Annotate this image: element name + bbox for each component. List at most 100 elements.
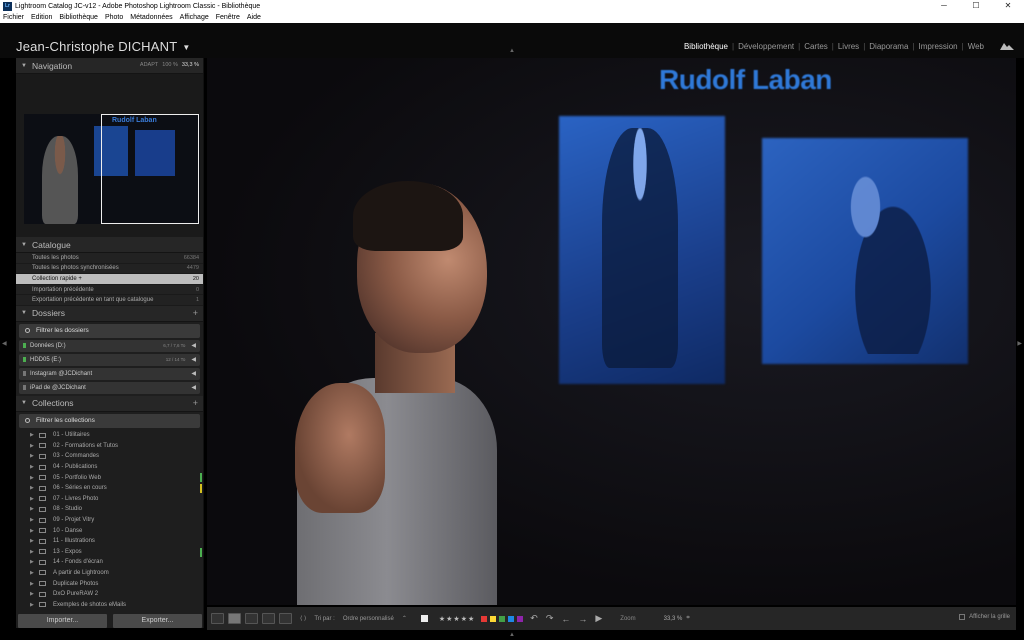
expand-triangle-icon[interactable]: ▶	[30, 538, 39, 544]
collections-header[interactable]: ▼ Collections +	[16, 395, 203, 412]
previous-arrow-icon[interactable]: ←	[561, 614, 570, 624]
menu-aide[interactable]: Aide	[247, 14, 261, 21]
zoom-value[interactable]: 33,3 %	[664, 616, 683, 622]
collection-set-item[interactable]: ▶ 05 - Portfolio Web	[16, 472, 203, 483]
export-button[interactable]: Exporter...	[113, 614, 202, 628]
collection-set-item[interactable]: ▶ 01 - Utilitaires	[16, 430, 203, 441]
loupe-view[interactable]: Rudolf Laban	[207, 58, 1016, 605]
zoom-100-option[interactable]: 100 %	[162, 62, 178, 68]
expand-triangle-icon[interactable]: ▶	[30, 453, 39, 459]
collection-set-item[interactable]: ▶ 06 - Séries en cours	[16, 483, 203, 494]
expand-triangle-icon[interactable]: ▶	[30, 485, 39, 491]
expand-triangle-icon[interactable]: ▶	[30, 602, 39, 608]
volume-hdd05[interactable]: HDD05 (E:) 12 / 14 To ◀	[19, 353, 200, 366]
color-label-red[interactable]	[481, 615, 488, 622]
expand-triangle-icon[interactable]: ◀	[191, 384, 196, 391]
folders-header[interactable]: ▼ Dossiers +	[16, 305, 203, 322]
import-button[interactable]: Importer...	[18, 614, 107, 628]
catalog-row-quick-collection[interactable]: Collection rapide + 20	[16, 274, 203, 285]
collection-set-item[interactable]: ▶ 14 - Fonds d'écran	[16, 557, 203, 568]
menu-fenetre[interactable]: Fenêtre	[216, 14, 240, 21]
right-panel-toggle-icon[interactable]: ▶	[1017, 340, 1022, 347]
add-folder-icon[interactable]: +	[193, 308, 198, 318]
module-bibliotheque[interactable]: Bibliothèque	[682, 42, 730, 51]
collection-set-item[interactable]: ▶ 07 - Livres Photo	[16, 494, 203, 505]
module-livres[interactable]: Livres	[836, 42, 861, 51]
menu-affichage[interactable]: Affichage	[180, 14, 209, 21]
collection-filter-input[interactable]: Filtrer les collections	[19, 413, 200, 428]
expand-triangle-icon[interactable]: ◀	[191, 356, 196, 363]
collection-set-item[interactable]: ▶ 11 - Illustrations	[16, 536, 203, 547]
collection-set-item[interactable]: ▶ A partir de Lightroom	[16, 568, 203, 579]
module-web[interactable]: Web	[966, 42, 986, 51]
expand-triangle-icon[interactable]: ▶	[30, 496, 39, 502]
zoom-33-option[interactable]: 33,3 %	[182, 62, 199, 68]
rotate-right-icon[interactable]: ↷	[546, 613, 554, 624]
loupe-view-icon[interactable]	[228, 613, 241, 624]
expand-triangle-icon[interactable]: ▶	[30, 559, 39, 565]
navigator-header[interactable]: ▼ Navigation ADAPT 100 % 33,3 %	[16, 58, 203, 74]
collection-set-item[interactable]: ▶ 08 - Studio	[16, 504, 203, 515]
survey-view-icon[interactable]	[262, 613, 275, 624]
filmstrip-toggle-icon[interactable]: ▲	[509, 632, 515, 638]
compare-view-icon[interactable]	[245, 613, 258, 624]
module-developpement[interactable]: Développement	[736, 42, 796, 51]
left-panel-toggle-icon[interactable]: ◀	[2, 340, 7, 347]
grid-view-icon[interactable]	[211, 613, 224, 624]
rating-stars[interactable]: ★★★★★	[439, 615, 475, 623]
painter-icon[interactable]: ⟨ ⟩	[300, 615, 306, 622]
expand-triangle-icon[interactable]: ▶	[30, 570, 39, 576]
collection-set-item[interactable]: ▶ Exemples de shotos eMails	[16, 599, 203, 610]
collection-set-item[interactable]: ▶ 03 - Commandes	[16, 451, 203, 462]
add-collection-icon[interactable]: +	[193, 398, 198, 408]
catalog-header[interactable]: ▼ Catalogue	[16, 237, 203, 253]
expand-triangle-icon[interactable]: ▶	[30, 506, 39, 512]
menu-fichier[interactable]: Fichier	[3, 14, 24, 21]
menu-bibliotheque[interactable]: Bibliothèque	[59, 14, 98, 21]
show-grid-checkbox[interactable]: Afficher la grille	[959, 614, 1010, 620]
navigator-thumbnail[interactable]: Rudolf Laban	[24, 114, 200, 224]
navigator-viewport-frame[interactable]	[101, 114, 199, 224]
volume-instagram[interactable]: Instagram @JCDichant ◀	[19, 367, 200, 380]
color-label-blue[interactable]	[508, 615, 515, 622]
color-label-purple[interactable]	[517, 615, 524, 622]
rotate-left-icon[interactable]: ↶	[530, 613, 538, 624]
zoom-fit-option[interactable]: ADAPT	[140, 62, 158, 68]
menu-metadonnees[interactable]: Métadonnées	[130, 14, 172, 21]
catalog-row-all-photos[interactable]: Toutes les photos 66384	[16, 253, 203, 264]
expand-triangle-icon[interactable]: ▶	[30, 464, 39, 470]
collection-set-item[interactable]: ▶ 04 - Publications	[16, 462, 203, 473]
catalog-row-previous-export[interactable]: Exportation précédente en tant que catal…	[16, 295, 203, 306]
collection-set-item[interactable]: ▶ 10 - Danse	[16, 525, 203, 536]
collection-set-item[interactable]: ▶ 13 - Expos	[16, 547, 203, 558]
expand-triangle-icon[interactable]: ▶	[30, 475, 39, 481]
catalog-row-synced-photos[interactable]: Toutes les photos synchronisées 4479	[16, 263, 203, 275]
expand-triangle-icon[interactable]: ▶	[30, 517, 39, 523]
expand-triangle-icon[interactable]: ◀	[191, 342, 196, 349]
folder-filter-input[interactable]: Filtrer les dossiers	[19, 323, 200, 338]
color-label-yellow[interactable]	[490, 615, 497, 622]
expand-triangle-icon[interactable]: ▶	[30, 432, 39, 438]
collection-set-item[interactable]: ▶ 02 - Formations et Tutos	[16, 441, 203, 452]
expand-triangle-icon[interactable]: ▶	[30, 549, 39, 555]
expand-triangle-icon[interactable]: ▶	[30, 581, 39, 587]
navigator-preview[interactable]: Rudolf Laban	[16, 74, 203, 237]
maximize-icon[interactable]: ☐	[960, 0, 992, 12]
next-arrow-icon[interactable]: →	[578, 614, 587, 624]
crop-icon[interactable]: ⌗	[686, 615, 689, 622]
play-slideshow-icon[interactable]: ▶	[595, 613, 602, 624]
collection-set-item[interactable]: ▶ DxO PureRAW 2	[16, 589, 203, 600]
menu-photo[interactable]: Photo	[105, 14, 123, 21]
flag-icon[interactable]	[420, 615, 428, 622]
module-diaporama[interactable]: Diaporama	[867, 42, 910, 51]
people-view-icon[interactable]	[279, 613, 292, 624]
collection-set-item[interactable]: ▶ Duplicate Photos	[16, 578, 203, 589]
expand-triangle-icon[interactable]: ▶	[30, 528, 39, 534]
volume-ipad[interactable]: iPad de @JCDichant ◀	[19, 381, 200, 394]
expand-triangle-icon[interactable]: ◀	[191, 370, 196, 377]
expand-triangle-icon[interactable]: ▶	[30, 591, 39, 597]
module-cartes[interactable]: Cartes	[802, 42, 830, 51]
menu-edition[interactable]: Edition	[31, 14, 52, 21]
top-panel-toggle-icon[interactable]: ▲	[509, 48, 515, 54]
identity-plate[interactable]: Jean-Christophe DICHANT ▼	[16, 39, 191, 54]
